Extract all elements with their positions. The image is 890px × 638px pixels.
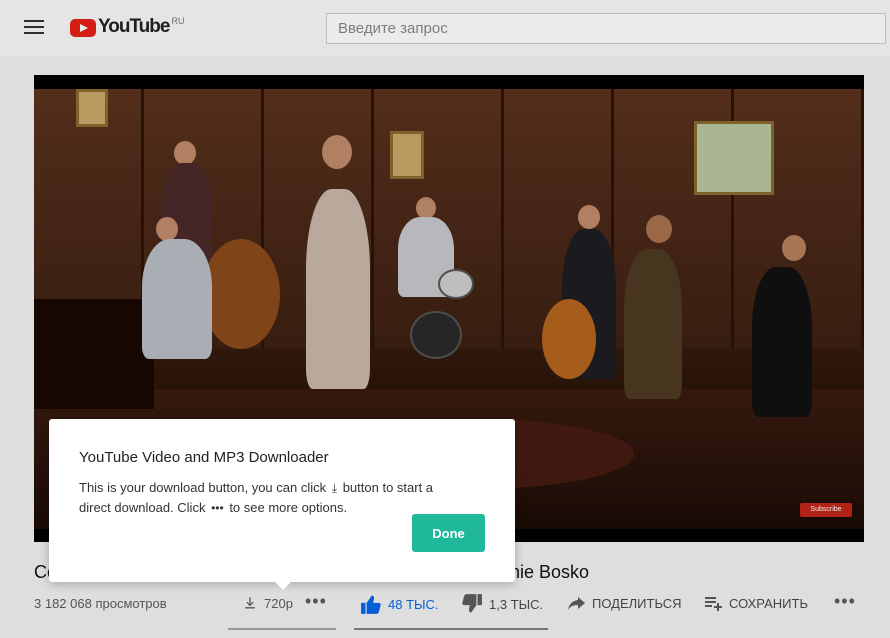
dislike-count: 1,3 ТЫС. bbox=[489, 596, 544, 612]
popup-text-2: button to start a bbox=[342, 480, 434, 495]
hamburger-menu-icon[interactable] bbox=[24, 20, 44, 36]
view-count: 3 182 068 просмотров bbox=[34, 596, 167, 611]
top-header: YouTube RU bbox=[0, 0, 890, 56]
share-button[interactable]: ПОДЕЛИТЬСЯ bbox=[566, 594, 681, 612]
video-title-end: nie Bosko bbox=[510, 562, 590, 582]
logo-text: YouTube bbox=[98, 16, 170, 37]
more-actions-button[interactable]: ••• bbox=[834, 592, 856, 610]
more-options-icon: ••• bbox=[305, 591, 327, 611]
subscribe-watermark[interactable]: Subscribe bbox=[800, 503, 852, 517]
search-input[interactable] bbox=[327, 14, 885, 43]
search-box bbox=[326, 13, 886, 44]
thumbs-down-icon bbox=[462, 594, 482, 613]
popup-text-4: to see more options. bbox=[229, 500, 348, 515]
sentiment-bar bbox=[354, 628, 548, 630]
download-icon: ⤓ bbox=[331, 481, 338, 495]
more-horiz-icon: ••• bbox=[834, 591, 856, 611]
download-more-button[interactable]: ••• bbox=[305, 592, 327, 610]
download-button[interactable]: 720p bbox=[242, 594, 293, 612]
popup-body: This is your download button, you can cl… bbox=[79, 478, 489, 518]
download-quality: 720p bbox=[264, 595, 293, 611]
logo-region: RU bbox=[171, 16, 185, 26]
download-underline bbox=[228, 628, 336, 630]
share-icon bbox=[568, 597, 585, 610]
save-button[interactable]: СОХРАНИТЬ bbox=[703, 594, 808, 612]
popup-title: YouTube Video and MP3 Downloader bbox=[79, 449, 329, 466]
popup-text-3: direct download. Click bbox=[79, 500, 206, 515]
downloader-popup: YouTube Video and MP3 Downloader This is… bbox=[49, 419, 515, 590]
download-icon bbox=[245, 597, 255, 609]
play-icon bbox=[70, 19, 96, 37]
more-dots-icon: ••• bbox=[211, 501, 224, 515]
like-button[interactable]: 48 ТЫС. bbox=[360, 594, 439, 614]
save-label: СОХРАНИТЬ bbox=[729, 595, 808, 611]
done-button[interactable]: Done bbox=[412, 514, 485, 552]
thumbs-up-icon bbox=[361, 595, 381, 614]
share-label: ПОДЕЛИТЬСЯ bbox=[592, 595, 682, 611]
youtube-logo[interactable]: YouTube RU bbox=[70, 16, 184, 38]
popup-text-1: This is your download button, you can cl… bbox=[79, 480, 327, 495]
add-to-playlist-icon bbox=[705, 597, 722, 611]
like-count: 48 ТЫС. bbox=[388, 596, 439, 612]
dislike-button[interactable]: 1,3 ТЫС. bbox=[461, 594, 543, 614]
